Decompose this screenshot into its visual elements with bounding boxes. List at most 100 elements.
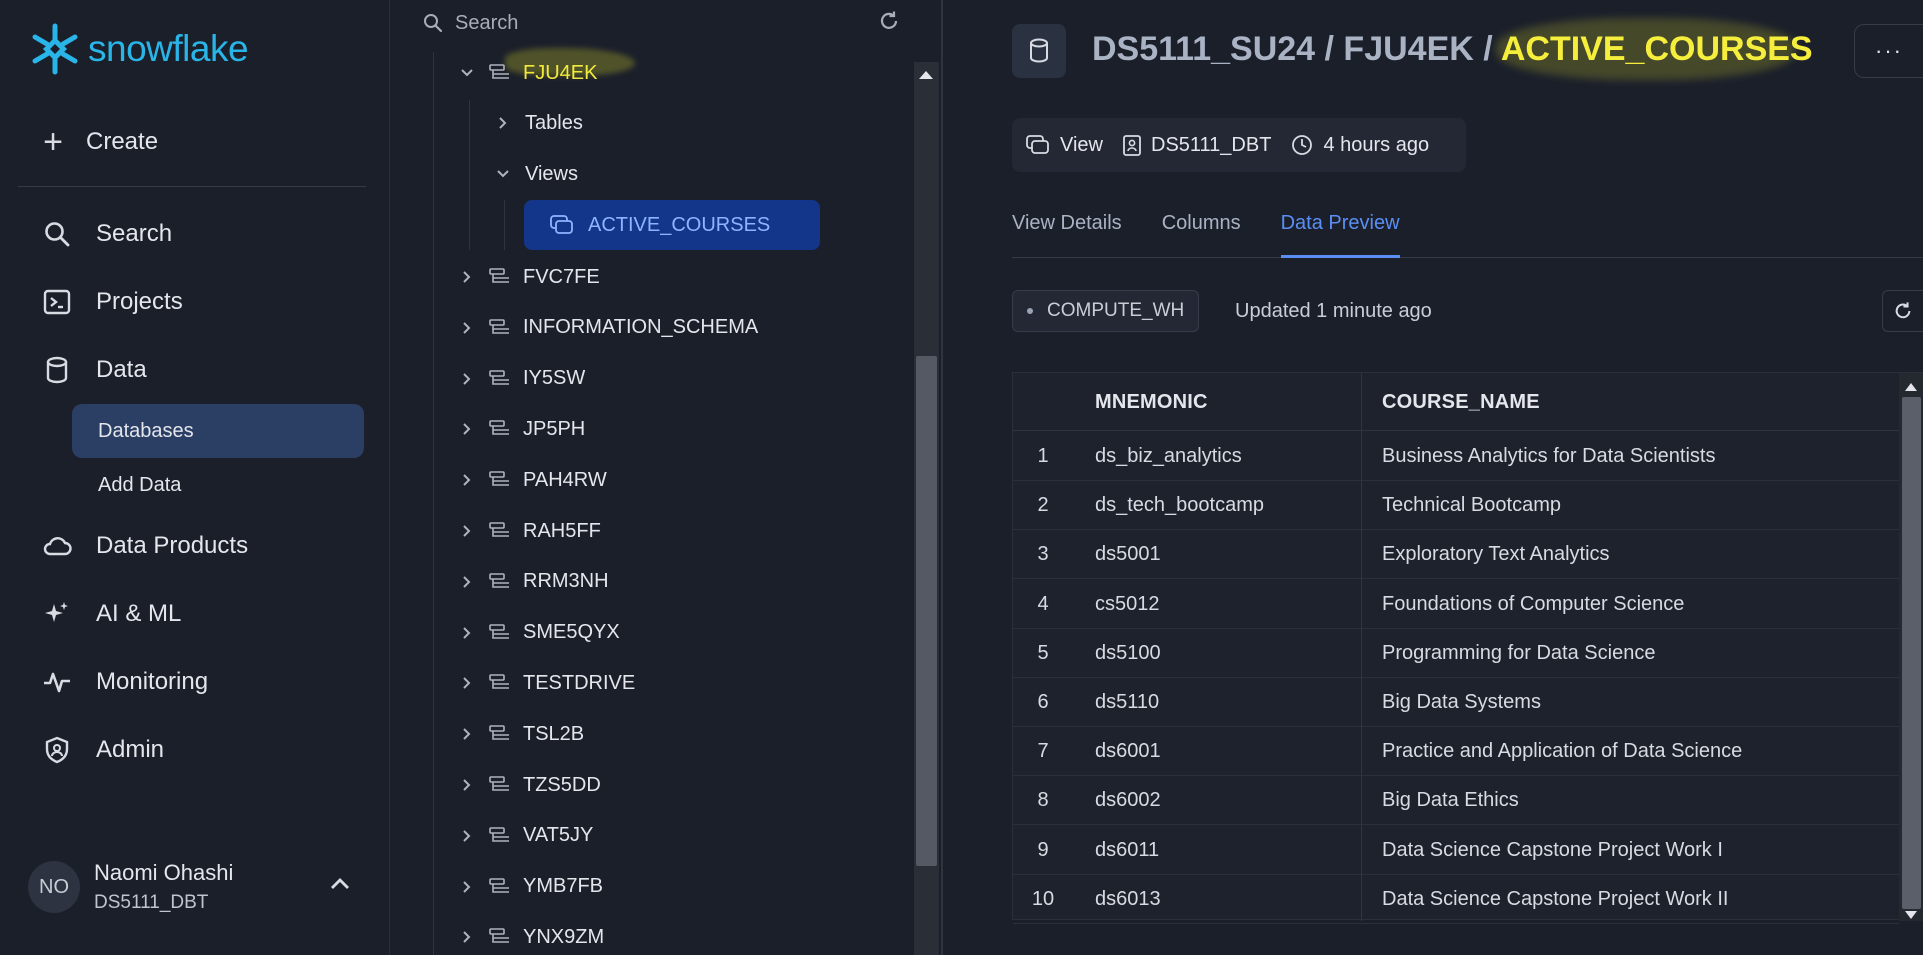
cell-mnemonic[interactable]: cs5012 [1095, 580, 1160, 629]
column-header-course-name[interactable]: COURSE_NAME [1382, 373, 1540, 431]
cell-course-name[interactable]: Programming for Data Science [1382, 629, 1655, 678]
tree-node-schema[interactable]: SME5QYX [457, 618, 620, 648]
create-button[interactable]: + Create [42, 125, 159, 159]
tree-node-tables[interactable]: Tables [493, 108, 583, 138]
cell-course-name[interactable]: Data Science Capstone Project Work I [1382, 826, 1723, 875]
sub-item-databases[interactable]: Databases [72, 404, 364, 458]
meta-owner: DS5111_DBT [1123, 134, 1271, 157]
view-label: ACTIVE_COURSES [588, 213, 771, 236]
cell-mnemonic[interactable]: ds6001 [1095, 727, 1161, 776]
database-icon [1030, 38, 1048, 63]
nav-item-label: AI & ML [96, 600, 182, 627]
cell-course-name[interactable]: Practice and Application of Data Science [1382, 727, 1742, 776]
nav-item-projects[interactable]: Projects [40, 282, 183, 322]
tree-node-schema[interactable]: YMB7FB [457, 872, 603, 902]
sub-item-add-data[interactable]: Add Data [72, 458, 364, 512]
meta-time: 4 hours ago [1291, 134, 1429, 157]
cell-mnemonic[interactable]: ds5100 [1095, 629, 1161, 678]
schema-label: VAT5JY [523, 824, 594, 847]
tab-view-details[interactable]: View Details [1012, 206, 1122, 258]
refresh-preview-button[interactable] [1882, 290, 1923, 332]
nav-item-ai-ml[interactable]: AI & ML [40, 594, 181, 634]
tree-node-active-view[interactable]: ACTIVE_COURSES [524, 200, 820, 250]
table-row[interactable]: 1 ds_biz_analytics Business Analytics for … [1013, 432, 1899, 481]
schema-label: TSL2B [523, 722, 585, 745]
breadcrumb-database[interactable]: DS5111_SU24 [1092, 30, 1315, 68]
view-icon [550, 215, 573, 234]
table-row[interactable]: 9 ds6011 Data Science Capstone Project Wor… [1013, 826, 1899, 875]
tree-node-schema[interactable]: TSL2B [457, 719, 584, 749]
tree-node-schema[interactable]: FVC7FE [457, 262, 600, 292]
refresh-icon[interactable] [878, 10, 900, 37]
table-row[interactable]: 4 cs5012 Foundations of Computer Science [1013, 580, 1899, 629]
nav-item-data-products[interactable]: Data Products [40, 526, 248, 566]
scroll-up-arrow-icon[interactable] [1904, 379, 1918, 397]
tab-columns[interactable]: Columns [1162, 206, 1241, 258]
tree-search-input[interactable]: Search [423, 8, 903, 38]
tree-node-schema[interactable]: TZS5DD [457, 770, 601, 800]
table-row[interactable]: 5 ds5100 Programming for Data Science [1013, 629, 1899, 678]
column-header-mnemonic[interactable]: MNEMONIC [1095, 373, 1208, 431]
tree-node-schema-expanded[interactable]: FJU4EK [457, 58, 597, 88]
cell-mnemonic[interactable]: ds5001 [1095, 530, 1161, 579]
tree-node-schema[interactable]: INFORMATION_SCHEMA [457, 313, 758, 343]
nav-item-admin[interactable]: Admin [40, 730, 164, 770]
nav-item-monitoring[interactable]: Monitoring [40, 662, 208, 702]
chevron-up-icon[interactable] [328, 876, 352, 897]
tree-scrollbar-thumb[interactable] [916, 356, 937, 866]
cell-course-name[interactable]: Foundations of Computer Science [1382, 580, 1684, 629]
cell-course-name[interactable]: Big Data Systems [1382, 678, 1541, 727]
nav-item-label: Projects [96, 288, 183, 315]
snowflake-logo[interactable]: snowflake [28, 22, 249, 76]
more-options-button[interactable]: ··· [1854, 24, 1923, 78]
cell-course-name[interactable]: Exploratory Text Analytics [1382, 530, 1610, 579]
object-type-badge [1012, 24, 1066, 78]
tree-node-schema[interactable]: VAT5JY [457, 821, 593, 851]
table-row[interactable]: 3 ds5001 Exploratory Text Analytics [1013, 530, 1899, 580]
cell-mnemonic[interactable]: ds5110 [1095, 678, 1159, 727]
cell-mnemonic[interactable]: ds_biz_analytics [1095, 432, 1242, 481]
cell-mnemonic[interactable]: ds6011 [1095, 826, 1159, 875]
tree-node-schema[interactable]: YNX9ZM [457, 922, 604, 952]
tree-node-schema[interactable]: PAH4RW [457, 465, 607, 495]
nav-item-search[interactable]: Search [40, 214, 172, 254]
tree-node-schema[interactable]: IY5SW [457, 364, 585, 394]
cell-mnemonic[interactable]: ds6002 [1095, 776, 1161, 825]
table-row[interactable]: 7 ds6001 Practice and Application of Data … [1013, 727, 1899, 777]
warehouse-selector[interactable]: COMPUTE_WH [1012, 290, 1200, 332]
cell-course-name[interactable]: Technical Bootcamp [1382, 481, 1561, 530]
tree-node-schema[interactable]: TESTDRIVE [457, 668, 635, 698]
row-number: 8 [1037, 789, 1049, 812]
cell-course-name[interactable]: Big Data Ethics [1382, 776, 1519, 825]
folder-label: Tables [525, 111, 583, 134]
column-divider[interactable] [1361, 373, 1362, 921]
create-label: Create [86, 128, 159, 155]
folder-label: Views [525, 162, 578, 185]
schema-label: INFORMATION_SCHEMA [523, 316, 759, 339]
table-row[interactable]: 2 ds_tech_bootcamp Technical Bootcamp [1013, 481, 1899, 531]
table-row[interactable]: 10 ds6013 Data Science Capstone Project Wo… [1013, 875, 1899, 924]
cell-course-name[interactable]: Data Science Capstone Project Work II [1382, 875, 1728, 924]
pulse-icon [40, 665, 74, 699]
cell-mnemonic[interactable]: ds6013 [1095, 875, 1161, 924]
table-row[interactable]: 8 ds6002 Big Data Ethics [1013, 776, 1899, 826]
schema-icon [489, 674, 511, 692]
tree-node-schema[interactable]: RRM3NH [457, 567, 609, 597]
schema-icon [489, 64, 511, 82]
terminal-icon [40, 285, 74, 319]
tree-node-views[interactable]: Views [493, 159, 578, 189]
cell-course-name[interactable]: Business Analytics for Data Scientists [1382, 432, 1715, 481]
tree-guide-line [469, 100, 470, 250]
tree-node-schema[interactable]: JP5PH [457, 414, 585, 444]
chevron-right-icon [457, 626, 477, 640]
scroll-up-arrow-icon[interactable] [918, 68, 934, 86]
tree-node-schema[interactable]: RAH5FF [457, 516, 601, 546]
nav-item-data[interactable]: Data [40, 350, 147, 390]
table-row[interactable]: 6 ds5110 Big Data Systems [1013, 678, 1899, 727]
tab-data-preview[interactable]: Data Preview [1280, 206, 1400, 258]
table-scrollbar-thumb[interactable] [1902, 397, 1921, 909]
user-menu[interactable]: NO Naomi Ohashi DS5111_DBT [28, 860, 233, 914]
cell-mnemonic[interactable]: ds_tech_bootcamp [1095, 481, 1264, 530]
breadcrumb-schema[interactable]: FJU4EK [1343, 30, 1473, 68]
scroll-down-arrow-icon[interactable] [1904, 907, 1918, 925]
